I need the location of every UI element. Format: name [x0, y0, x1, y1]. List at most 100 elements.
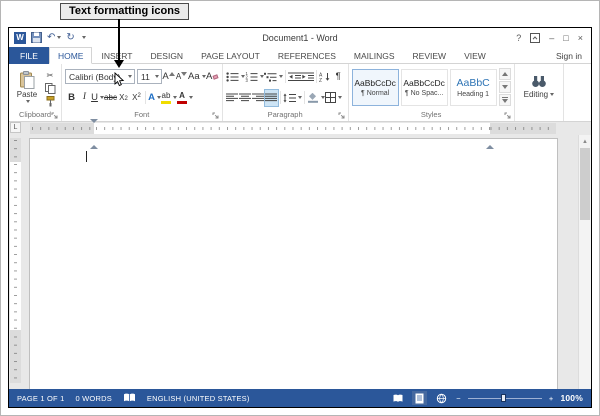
- cut-icon: ✂: [46, 70, 54, 80]
- subscript-button[interactable]: X2: [117, 90, 130, 106]
- superscript-button[interactable]: X2: [130, 90, 143, 106]
- save-icon[interactable]: [31, 32, 42, 43]
- document-page[interactable]: [29, 138, 558, 389]
- style-card-no-spacing[interactable]: AaBbCcDc ¶ No Spac...: [400, 68, 448, 106]
- ribbon-display-options-icon[interactable]: [530, 32, 541, 43]
- vertical-ruler[interactable]: [9, 135, 23, 389]
- paragraph-dialog-launcher[interactable]: [338, 112, 345, 119]
- scrollbar-thumb[interactable]: [580, 148, 590, 220]
- align-center-button[interactable]: [239, 90, 252, 106]
- tab-selector[interactable]: L: [10, 122, 21, 133]
- document-area: ▲: [9, 135, 591, 389]
- tab-review[interactable]: REVIEW: [404, 47, 456, 64]
- copy-button[interactable]: [42, 82, 58, 94]
- hanging-indent-marker[interactable]: [90, 128, 98, 149]
- editing-menu-button[interactable]: Editing: [518, 66, 560, 108]
- borders-button[interactable]: [324, 90, 342, 106]
- tab-page-layout[interactable]: PAGE LAYOUT: [192, 47, 269, 64]
- shrink-font-button[interactable]: A: [175, 69, 188, 85]
- svg-text:Z: Z: [319, 78, 322, 82]
- horizontal-ruler[interactable]: L: [9, 119, 591, 149]
- window-title: Document1 - Word: [262, 32, 338, 43]
- zoom-level[interactable]: 100%: [560, 393, 583, 403]
- strikethrough-button[interactable]: abc: [104, 90, 117, 106]
- redo-button[interactable]: ↻: [66, 32, 74, 43]
- show-formatting-marks-button[interactable]: ¶: [332, 69, 345, 85]
- sign-in-link[interactable]: Sign in: [556, 47, 591, 64]
- ribbon: Paste ✂ Clipboard Calibri (Body) 11 A A …: [9, 64, 591, 122]
- tab-mailings[interactable]: MAILINGS: [345, 47, 404, 64]
- clipboard-group: Paste ✂ Clipboard: [9, 64, 62, 121]
- zoom-slider-thumb[interactable]: [500, 394, 506, 402]
- zoom-in-button[interactable]: +: [549, 394, 554, 403]
- justify-button[interactable]: [263, 88, 279, 107]
- tab-home[interactable]: HOME: [48, 47, 93, 64]
- styles-scroll-up-button[interactable]: [498, 68, 511, 80]
- line-spacing-button[interactable]: [283, 90, 302, 106]
- highlight-color-bar: [161, 100, 171, 104]
- right-indent-marker[interactable]: [486, 128, 494, 149]
- underline-button[interactable]: U: [91, 90, 104, 106]
- highlight-icon: ab: [161, 91, 171, 104]
- styles-more-button[interactable]: [498, 94, 511, 106]
- minimize-button[interactable]: –: [549, 33, 554, 43]
- proofing-icon[interactable]: [123, 393, 136, 403]
- more-bar-icon: [501, 97, 508, 98]
- clipboard-dialog-launcher[interactable]: [51, 112, 58, 119]
- line-spacing-icon: [283, 93, 296, 102]
- undo-button[interactable]: ↶: [47, 32, 62, 43]
- paragraph-group: 123 AZ ¶ Paragraph: [223, 64, 349, 121]
- vertical-ruler-text-area: [10, 162, 21, 330]
- highlight-button[interactable]: ab: [161, 90, 177, 106]
- tab-view[interactable]: VIEW: [455, 47, 495, 64]
- customize-qat-button[interactable]: [81, 36, 86, 39]
- text-effects-button[interactable]: A: [148, 90, 161, 106]
- style-card-heading1[interactable]: AaBbC Heading 1: [449, 68, 497, 106]
- paragraph-group-label: Paragraph: [267, 110, 303, 119]
- zoom-out-button[interactable]: −: [456, 394, 461, 403]
- print-layout-button[interactable]: [412, 391, 428, 405]
- undo-caret-icon: [57, 36, 62, 39]
- clear-formatting-button[interactable]: A: [206, 69, 219, 85]
- bold-button[interactable]: B: [65, 90, 78, 106]
- increase-indent-button[interactable]: [300, 69, 314, 85]
- maximize-button[interactable]: □: [563, 33, 568, 43]
- vertical-scrollbar[interactable]: ▲: [578, 135, 591, 389]
- tab-design[interactable]: DESIGN: [141, 47, 192, 64]
- web-layout-button[interactable]: [434, 391, 449, 405]
- zoom-slider[interactable]: [467, 393, 542, 403]
- page-indicator[interactable]: PAGE 1 OF 1: [17, 394, 65, 403]
- styles-dialog-launcher[interactable]: [504, 112, 511, 119]
- grow-font-button[interactable]: A: [162, 69, 175, 85]
- font-group-label: Font: [134, 110, 150, 119]
- word-logo-icon: W: [14, 31, 26, 44]
- format-painter-button[interactable]: [42, 95, 58, 107]
- font-dialog-launcher[interactable]: [212, 112, 219, 119]
- align-left-button[interactable]: [226, 90, 239, 106]
- numbering-button[interactable]: 123: [245, 69, 264, 85]
- font-color-button[interactable]: A: [177, 90, 193, 106]
- bullets-button[interactable]: [226, 69, 245, 85]
- styles-scroll-down-button[interactable]: [498, 81, 511, 93]
- style-card-normal[interactable]: AaBbCcDc ¶ Normal: [351, 68, 399, 106]
- align-right-button[interactable]: [252, 90, 265, 106]
- shrink-arrow-icon: [181, 72, 188, 76]
- scroll-up-icon: [501, 72, 508, 76]
- cut-button[interactable]: ✂: [42, 69, 58, 81]
- change-case-button[interactable]: Aa: [188, 69, 206, 85]
- paste-button[interactable]: Paste: [12, 66, 42, 108]
- language-indicator[interactable]: ENGLISH (UNITED STATES): [147, 394, 250, 403]
- tab-file[interactable]: FILE: [9, 47, 49, 64]
- decrease-indent-button[interactable]: [287, 69, 301, 85]
- scroll-up-button[interactable]: ▲: [579, 135, 591, 148]
- help-button[interactable]: ?: [516, 33, 521, 43]
- italic-button[interactable]: I: [78, 90, 91, 106]
- word-count[interactable]: 0 WORDS: [76, 394, 112, 403]
- close-button[interactable]: ×: [578, 33, 583, 43]
- shading-button[interactable]: [307, 90, 325, 106]
- tab-references[interactable]: REFERENCES: [269, 47, 345, 64]
- sort-button[interactable]: AZ: [319, 69, 332, 85]
- multilevel-list-button[interactable]: [263, 69, 283, 85]
- read-mode-button[interactable]: [390, 391, 405, 405]
- font-size-select[interactable]: 11: [137, 69, 162, 84]
